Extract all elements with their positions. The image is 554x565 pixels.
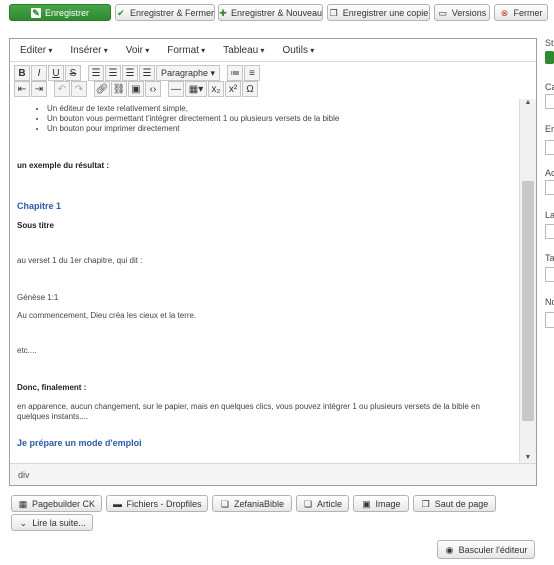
list-item: Un bouton vous permettant t'intégrer dir… (47, 114, 514, 124)
menu-edit[interactable]: Editer (20, 45, 52, 56)
align-left-icon[interactable]: ☰ (88, 65, 104, 81)
image-button[interactable]: ▣ Image (353, 495, 409, 512)
horizontal-rule-icon[interactable]: — (168, 81, 184, 97)
undo-icon[interactable]: ↶ (54, 81, 70, 97)
sidebar-label: Er (545, 124, 554, 134)
grid-icon: ▦ (18, 498, 28, 509)
chevron-down-icon: ▾ (210, 67, 215, 78)
verse-intro: au verset 1 du 1er chapitre, qui dit : (17, 256, 143, 265)
zefania-bible-button[interactable]: ❏ ZefaniaBible (212, 495, 292, 512)
category-field[interactable] (545, 94, 554, 109)
scroll-down-icon[interactable]: ▼ (520, 454, 536, 461)
align-justify-icon[interactable]: ☰ (139, 65, 155, 81)
outdent-icon[interactable]: ⇤ (14, 81, 30, 97)
versions-button[interactable]: ▭ Versions (434, 4, 490, 21)
sidebar-label: Ca (545, 82, 554, 92)
scroll-up-icon[interactable]: ▲ (520, 99, 536, 106)
code-icon[interactable]: ‹› (145, 81, 161, 97)
read-more-button[interactable]: ⌄ Lire la suite... (11, 514, 93, 531)
language-field[interactable] (545, 224, 554, 239)
format-toolbar-row2: ⇤ ⇥ ↶ ↷ 🔗︎ ⛓ ▣ ‹› — ▦▾ x₂ x² Ω (14, 81, 258, 97)
menu-tools[interactable]: Outils (282, 45, 314, 56)
folder-icon: ▬ (112, 498, 122, 509)
editor-scrollbar[interactable]: ▲ ▼ (519, 99, 536, 463)
pagebuilder-ck-button[interactable]: ▦ Pagebuilder CK (11, 495, 102, 512)
menu-view[interactable]: Voir (126, 45, 149, 56)
redo-icon[interactable]: ↷ (71, 81, 87, 97)
example-heading: un exemple du résultat : (17, 161, 110, 170)
sidebar-label: La (545, 210, 554, 220)
bullet-list-icon[interactable]: ≔ (227, 65, 243, 81)
save-button[interactable]: ✎ Enregistrer (9, 4, 111, 21)
subscript-icon[interactable]: x₂ (208, 81, 224, 97)
access-field[interactable] (545, 180, 554, 195)
tags-field[interactable] (545, 267, 554, 282)
paragraph-format-select[interactable]: Paragraphe ▾ (156, 65, 220, 81)
link-icon[interactable]: 🔗︎ (94, 81, 110, 97)
save-copy-button[interactable]: ❐ Enregistrer une copie (327, 4, 430, 21)
superscript-icon[interactable]: x² (225, 81, 241, 97)
bold-icon[interactable]: B (14, 65, 30, 81)
rich-text-editor: Editer Insérer Voir Format Tableau Outil… (9, 38, 537, 486)
menu-table[interactable]: Tableau (223, 45, 264, 56)
sidebar-label: St (545, 38, 554, 48)
indent-icon[interactable]: ⇥ (31, 81, 47, 97)
eye-icon: ◉ (445, 544, 454, 555)
underline-icon[interactable]: U (48, 65, 64, 81)
menu-format[interactable]: Format (167, 45, 205, 56)
note-field[interactable] (545, 312, 554, 328)
numbered-list-icon[interactable]: ≡ (244, 65, 260, 81)
save-new-button[interactable]: ✚ Enregistrer & Nouveau (218, 4, 323, 21)
close-circle-icon: ⊗ (500, 7, 509, 18)
page-break-button[interactable]: ❐ Saut de page (413, 495, 496, 512)
check-icon: ✔ (117, 7, 125, 18)
subtitle: Sous titre (17, 221, 54, 230)
copy-icon: ❐ (421, 498, 430, 509)
editor-menubar: Editer Insérer Voir Format Tableau Outil… (10, 39, 536, 62)
final-heading: Donc, finalement : (17, 383, 87, 392)
table-icon[interactable]: ▦▾ (185, 81, 207, 97)
menu-insert[interactable]: Insérer (70, 45, 107, 56)
strikethrough-icon[interactable]: S (65, 65, 81, 81)
scroll-thumb[interactable] (522, 181, 534, 421)
final-text: en apparence, aucun changement, sur le p… (17, 402, 480, 421)
copy-icon: ❐ (329, 7, 338, 18)
editor-content[interactable]: Un éditeur de texte relativement simple,… (11, 99, 520, 463)
toggle-editor-button[interactable]: ◉ Basculer l'éditeur (437, 540, 535, 559)
sidebar-label: No (545, 297, 554, 307)
verse-reference: Génèse 1:1 (17, 293, 59, 302)
editor-statusbar: div (10, 463, 536, 485)
chapter-heading: Chapitre 1 (17, 201, 62, 211)
verse-text: Au commencement, Dieu créa les cieux et … (17, 311, 197, 320)
sidebar-label: Ac (545, 168, 554, 178)
article-button[interactable]: ❏ Article (296, 495, 349, 512)
unlink-icon[interactable]: ⛓ (111, 81, 127, 97)
archive-icon: ▭ (438, 7, 447, 18)
format-toolbar-row1: B I U S ☰ ☰ ☰ ☰ Paragraphe ▾ ≔ ≡ (14, 65, 260, 81)
dropfiles-button[interactable]: ▬ Fichiers - Dropfiles (106, 495, 208, 512)
document-icon: ❏ (220, 498, 229, 509)
italic-icon[interactable]: I (31, 65, 47, 81)
align-center-icon[interactable]: ☰ (105, 65, 121, 81)
feature-list: Un éditeur de texte relativement simple,… (47, 104, 514, 134)
featured-field[interactable] (545, 140, 554, 155)
list-item: Un bouton pour imprimer directement (47, 124, 514, 134)
list-item: Un éditeur de texte relativement simple, (47, 104, 514, 114)
save-icon: ✎ (30, 7, 41, 18)
file-icon: ❏ (303, 498, 313, 509)
align-right-icon[interactable]: ☰ (122, 65, 138, 81)
plus-icon: ✚ (219, 7, 227, 18)
element-path[interactable]: div (18, 470, 30, 480)
chevron-down-icon: ⌄ (19, 517, 27, 528)
special-char-icon[interactable]: Ω (242, 81, 258, 97)
close-button[interactable]: ⊗ Fermer (494, 4, 548, 21)
sidebar-label: Ta (545, 253, 554, 263)
etc-text: etc.... (17, 346, 37, 355)
image-icon[interactable]: ▣ (128, 81, 144, 97)
save-close-button[interactable]: ✔ Enregistrer & Fermer (115, 4, 215, 21)
picture-icon: ▣ (362, 498, 371, 509)
cut-heading: Je prépare un mode d'emploi (17, 438, 142, 448)
status-toggle[interactable] (545, 51, 554, 64)
